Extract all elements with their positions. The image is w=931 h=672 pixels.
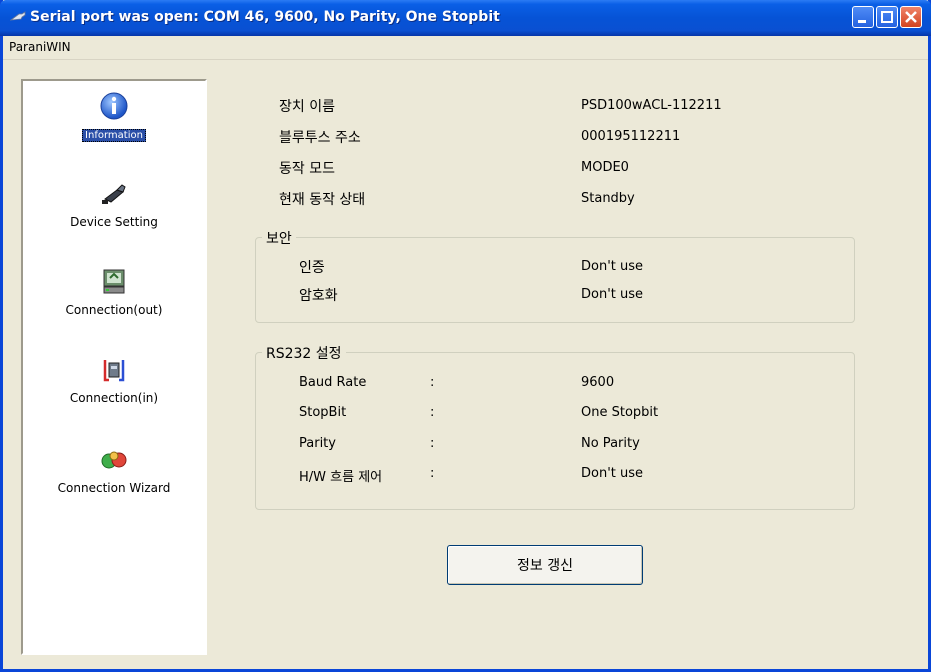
status-value: Standby [581,191,635,206]
sidebar-item-connection-in[interactable]: Connection(in) [23,353,205,406]
device-name-label: 장치 이름 [279,99,335,115]
device-setting-icon [102,184,126,204]
sidebar-item-connection-wizard[interactable]: Connection Wizard [23,443,205,496]
sidebar-item-label: Connection(out) [65,303,163,317]
mode-label: 동작 모드 [279,161,335,177]
separator: : [430,405,435,420]
parity-label: Parity [299,436,336,451]
info-icon [100,92,128,120]
hw-flow-control-value: Don't use [581,466,644,481]
stopbit-label: StopBit [299,405,347,420]
status-label: 현재 동작 상태 [279,192,366,208]
mode-value: MODE0 [581,160,629,175]
sidebar-item-label: Device Setting [70,215,158,229]
bt-address-label: 블루투스 주소 [279,130,361,146]
menu-paraniwin[interactable]: ParaniWIN [9,40,71,54]
sidebar-item-label: Connection(in) [69,391,159,405]
encrypt-label: 암호화 [299,288,338,304]
close-icon [905,11,917,23]
connection-wizard-icon [101,451,127,469]
separator: : [430,436,435,451]
baud-rate-label: Baud Rate [299,375,367,390]
device-name-value: PSD100wACL-112211 [581,98,722,113]
separator: : [430,375,435,390]
sidebar-item-information[interactable]: Information [23,89,205,142]
connection-out-icon [103,269,125,294]
auth-label: 인증 [299,260,325,276]
refresh-info-button[interactable]: 정보 갱신 [447,545,643,585]
security-group-title: 보안 [262,228,296,248]
bt-address-value: 000195112211 [581,129,681,144]
close-button[interactable] [900,6,922,28]
sidebar-item-label: Information [82,129,146,142]
baud-rate-value: 9600 [581,375,615,390]
security-group: 보안 [255,228,855,323]
sidebar: Information Device Setting Connection(ou… [21,79,207,655]
minimize-icon [858,20,866,23]
sidebar-item-connection-out[interactable]: Connection(out) [23,265,205,318]
rs232-group-title: RS232 설정 [262,343,346,363]
window-title: Serial port was open: COM 46, 9600, No P… [30,9,500,25]
app-window: Serial port was open: COM 46, 9600, No P… [0,0,931,672]
sidebar-item-label: Connection Wizard [57,481,171,495]
menu-bar: ParaniWIN [3,36,928,60]
parity-value: No Parity [581,436,640,451]
maximize-icon [881,11,893,23]
separator: : [430,466,435,481]
hw-flow-control-label: H/W 흐름 제어 [299,470,383,485]
connection-in-icon [103,360,125,382]
sidebar-item-device-setting[interactable]: Device Setting [23,177,205,230]
plug-icon [10,11,26,21]
maximize-button[interactable] [876,6,898,28]
encrypt-value: Don't use [581,287,644,302]
title-bar[interactable]: Serial port was open: COM 46, 9600, No P… [0,0,931,36]
minimize-button[interactable] [852,6,874,28]
auth-value: Don't use [581,259,644,274]
stopbit-value: One Stopbit [581,405,659,420]
